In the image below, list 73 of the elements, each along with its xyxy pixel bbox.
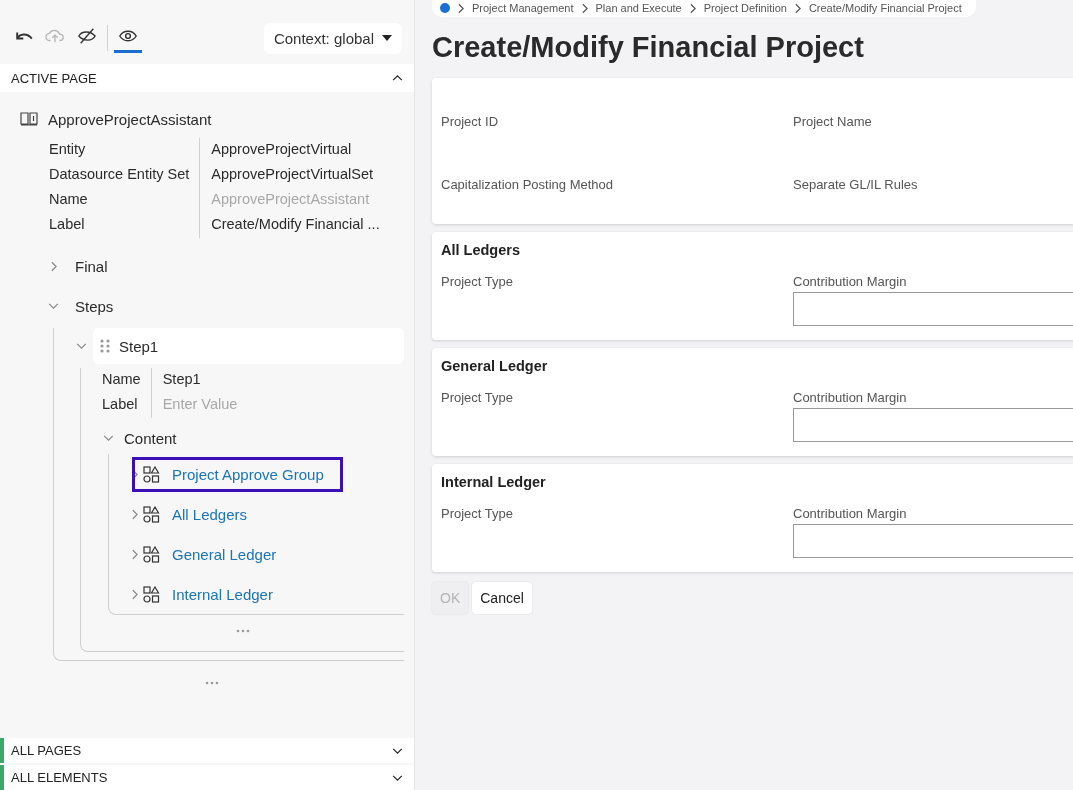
- property-value: ApproveProjectAssistant: [210, 190, 371, 209]
- card-title: All Ledgers: [441, 242, 521, 258]
- breadcrumb-link[interactable]: Create/Modify Financial Project: [808, 2, 962, 14]
- field-label: Project Type: [441, 506, 515, 521]
- page-title: Create/Modify Financial Project: [432, 31, 865, 64]
- breadcrumb-link[interactable]: Project Definition: [703, 2, 787, 14]
- shapes-icon: [143, 465, 160, 483]
- property-label: Name: [49, 188, 201, 213]
- card-title: General Ledger: [441, 358, 549, 374]
- property-value: Step1: [161, 370, 202, 389]
- field-label: Project Type: [441, 390, 515, 405]
- dropdown-icon: [382, 35, 392, 41]
- shapes-icon: [143, 545, 160, 563]
- card-title: Internal Ledger: [441, 474, 547, 490]
- chevron-down-icon: [103, 435, 114, 441]
- chevron-right-icon: [131, 508, 138, 520]
- property-value: ApproveProjectVirtualSet: [210, 165, 374, 184]
- shapes-icon: [143, 585, 160, 603]
- shapes-icon: [143, 505, 160, 523]
- chevron-right-icon: [689, 2, 696, 14]
- field-label: Project Type: [441, 274, 515, 289]
- tree-node[interactable]: Content: [124, 429, 177, 447]
- breadcrumb-link[interactable]: Plan and Execute: [595, 2, 682, 14]
- chevron-right-icon: [581, 2, 588, 14]
- section-header[interactable]: ACTIVE PAGE: [0, 64, 414, 92]
- chevron-down-icon: [392, 747, 403, 754]
- property-value: ApproveProjectVirtual: [210, 140, 353, 159]
- tree-node[interactable]: Final: [75, 257, 108, 275]
- field-label: Contribution Margin: [793, 390, 908, 405]
- property-label: Label: [49, 213, 201, 238]
- field-label: Separate GL/IL Rules: [793, 177, 919, 192]
- input-field[interactable]: [793, 524, 1073, 558]
- field-label: Capitalization Posting Method: [441, 177, 614, 192]
- field-label: Project Name: [793, 114, 873, 129]
- chevron-down-icon: [48, 303, 59, 309]
- chevron-right-icon: [131, 588, 138, 600]
- content-item[interactable]: All Ledgers: [132, 496, 267, 532]
- property-value: Create/Modify Financial ...: [210, 215, 381, 234]
- page-name: ApproveProjectAssistant: [48, 110, 212, 128]
- more-icon[interactable]: [205, 681, 219, 685]
- chevron-right-icon: [50, 260, 57, 272]
- section-header[interactable]: ALL ELEMENTS: [0, 765, 414, 790]
- chevron-down-icon: [76, 343, 87, 349]
- action-button[interactable]: Cancel: [472, 582, 532, 614]
- context-dropdown[interactable]: Context: global: [263, 22, 402, 54]
- step-row[interactable]: Step1: [93, 328, 404, 364]
- property-label: Datasource Entity Set: [49, 163, 201, 188]
- input-field[interactable]: [793, 292, 1073, 326]
- drag-handle-icon: [99, 338, 111, 354]
- breadcrumb-link[interactable]: Project Management: [472, 2, 574, 14]
- undo-icon: [16, 31, 33, 40]
- chevron-right-icon: [458, 2, 464, 14]
- tree-node[interactable]: Steps: [75, 297, 114, 315]
- field-label: Contribution Margin: [793, 274, 908, 289]
- property-label: Name: [102, 368, 152, 393]
- chevron-down-icon: [392, 774, 403, 781]
- book-icon: [20, 111, 38, 127]
- content-item[interactable]: General Ledger: [132, 536, 296, 572]
- chevron-up-icon: [392, 75, 403, 81]
- property-label: Entity: [49, 138, 201, 163]
- hidden-icon: [77, 26, 97, 45]
- home-icon[interactable]: [440, 3, 450, 13]
- step-name: Step1: [119, 337, 159, 355]
- chevron-right-icon: [131, 548, 138, 560]
- field-label: Contribution Margin: [793, 506, 908, 521]
- input-field[interactable]: [793, 408, 1073, 442]
- content-item[interactable]: Project Approve Group: [132, 456, 343, 492]
- more-icon[interactable]: [235, 629, 250, 633]
- section-header[interactable]: ALL PAGES: [0, 738, 414, 763]
- field-label: Project ID: [441, 114, 500, 129]
- content-item[interactable]: Internal Ledger: [132, 576, 292, 612]
- property-label: Label: [102, 393, 152, 418]
- chevron-right-icon: [794, 2, 801, 14]
